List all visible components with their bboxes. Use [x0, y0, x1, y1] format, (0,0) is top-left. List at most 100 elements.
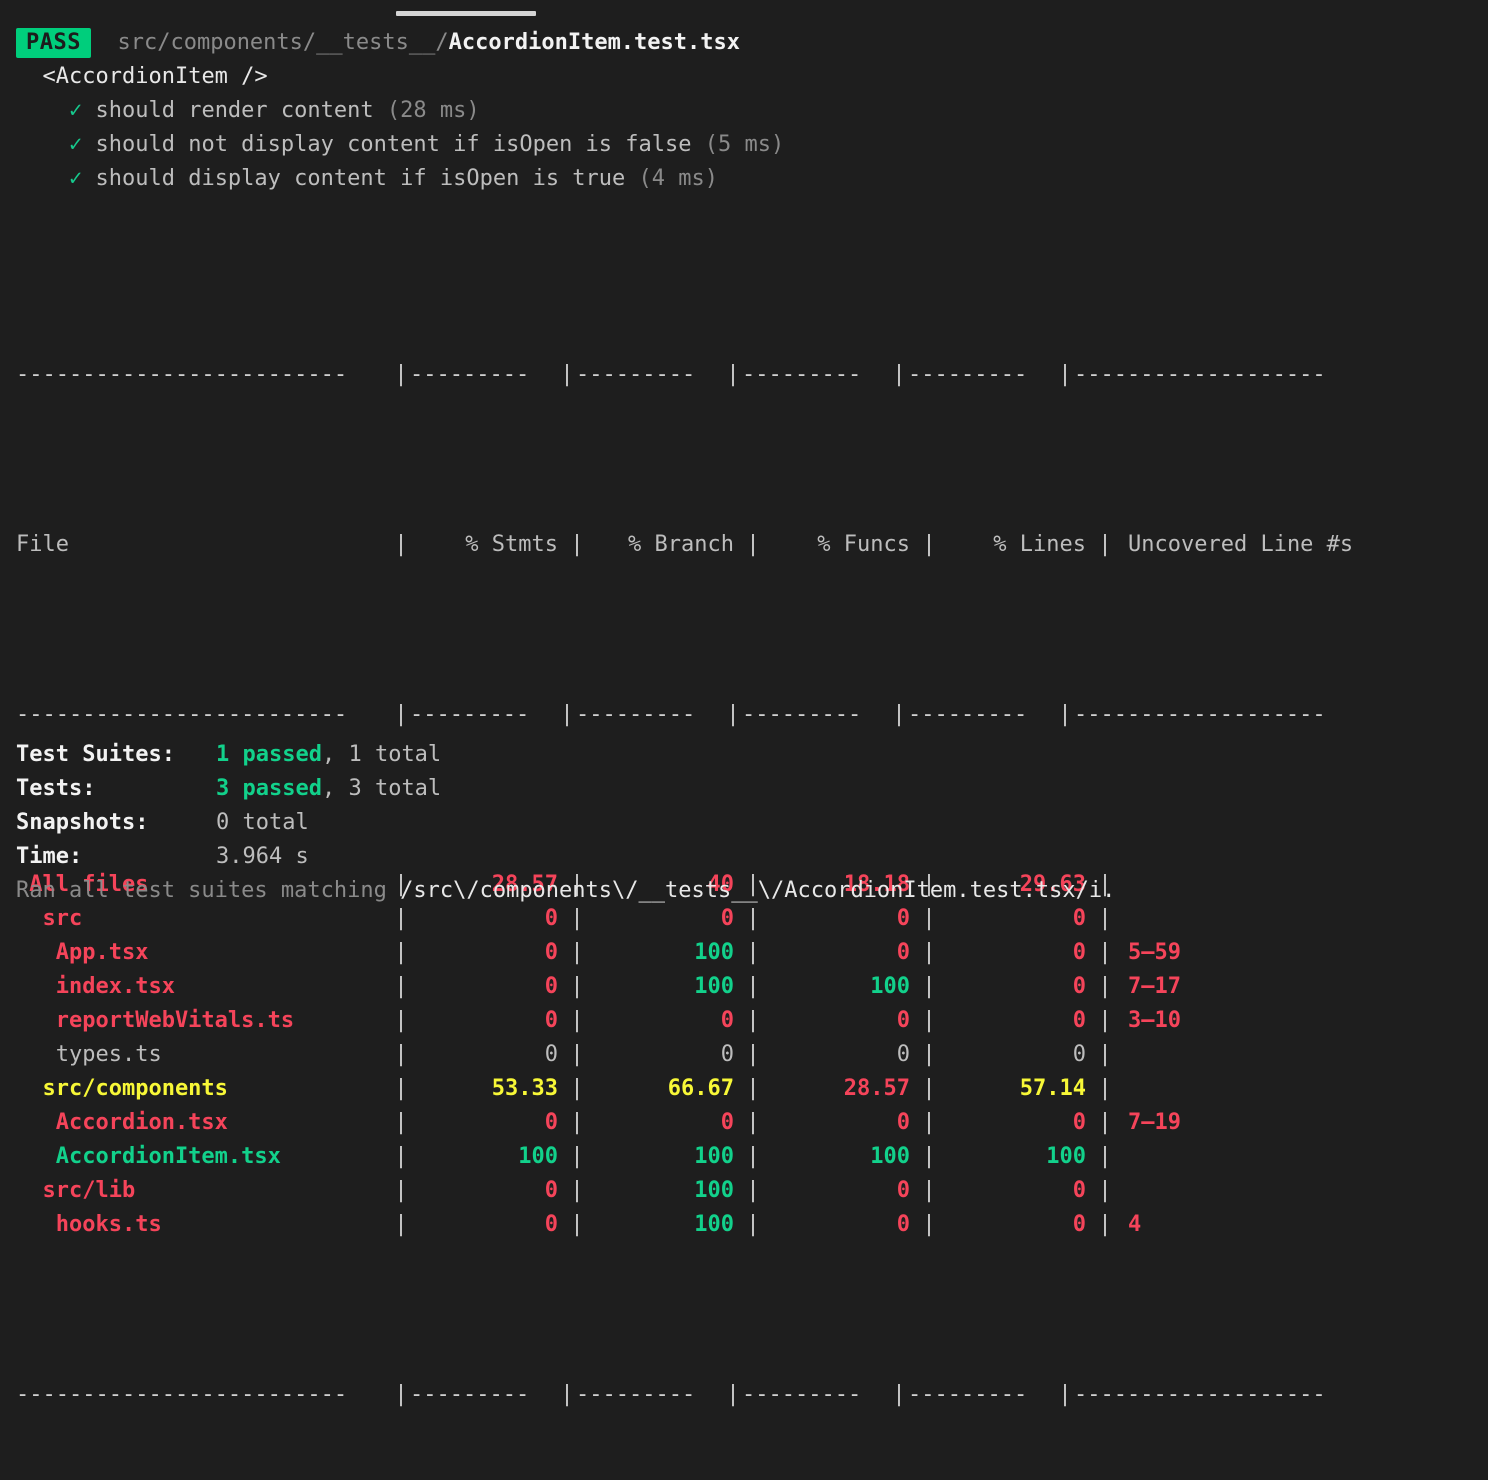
- column-separator: |: [746, 1144, 760, 1169]
- column-separator: |: [1098, 532, 1112, 557]
- cell-funcs: 0: [896, 1110, 910, 1135]
- column-separator: |: [746, 1178, 760, 1203]
- cell-uncovered: 5–59: [1128, 940, 1181, 965]
- rule-segment: ---------: [908, 1382, 1028, 1407]
- column-separator: |: [922, 532, 936, 557]
- cell-branch: 66.67: [667, 1076, 734, 1101]
- column-separator: |: [746, 974, 760, 999]
- column-header-branch: % Branch: [628, 532, 734, 557]
- cell-stmts: 0: [544, 1008, 558, 1033]
- summary-ran-line: Ran all test suites matching /src\/compo…: [16, 874, 1476, 908]
- cell-branch: 0: [720, 1110, 734, 1135]
- column-separator: |: [394, 1008, 408, 1033]
- test-result-row: ✓ should not display content if isOpen i…: [0, 128, 1488, 162]
- column-separator: |: [570, 1212, 584, 1237]
- rule-segment: ---------: [576, 362, 696, 387]
- table-rule-bottom: ------------------------- | --------- | …: [16, 1378, 1476, 1412]
- check-icon: ✓: [68, 166, 83, 191]
- rule-segment: -------------------------: [16, 1382, 348, 1407]
- column-separator: |: [746, 1076, 760, 1101]
- summary-value: 0 total: [216, 810, 309, 835]
- summary-total: , 3 total: [321, 776, 442, 801]
- rule-segment: ---------: [576, 702, 696, 727]
- summary-time: Time: 3.964 s: [16, 840, 1476, 874]
- cell-stmts: 0: [544, 1212, 558, 1237]
- column-separator: |: [1058, 362, 1072, 387]
- column-separator: |: [394, 1144, 408, 1169]
- cell-file: types.ts: [16, 1042, 162, 1067]
- cell-file: AccordionItem.tsx: [16, 1144, 281, 1169]
- column-separator: |: [892, 1382, 906, 1407]
- test-duration: (4 ms): [638, 166, 719, 191]
- summary-test-suites: Test Suites: 1 passed, 1 total: [16, 738, 1476, 772]
- column-separator: |: [394, 1110, 408, 1135]
- summary-label: Tests:: [16, 776, 96, 801]
- test-name: should not display content if isOpen is …: [95, 132, 692, 157]
- cell-funcs: 0: [896, 1042, 910, 1067]
- column-separator: |: [570, 532, 584, 557]
- table-body: All files | 28.57 | 40 | 18.18 | 29.63 | src | 0 | 0 |…: [16, 868, 1476, 1242]
- column-separator: |: [394, 362, 408, 387]
- check-icon: ✓: [68, 98, 83, 123]
- column-separator: |: [892, 702, 906, 727]
- rule-segment: -------------------: [1074, 702, 1326, 727]
- column-header-file: File: [16, 532, 69, 557]
- rule-segment: ---------: [576, 1382, 696, 1407]
- column-separator: |: [922, 1110, 936, 1135]
- column-separator: |: [394, 702, 408, 727]
- column-separator: |: [746, 940, 760, 965]
- rule-segment: -------------------: [1074, 1382, 1326, 1407]
- cell-stmts: 0: [544, 1110, 558, 1135]
- summary-label: Test Suites:: [16, 742, 175, 767]
- table-row: types.ts | 0 | 0 | 0 | 0 |: [16, 1038, 1476, 1072]
- column-header-uncovered: Uncovered Line #s: [1128, 532, 1354, 557]
- suite-file-name: AccordionItem.test.tsx: [448, 30, 741, 55]
- check-icon: ✓: [68, 132, 83, 157]
- column-separator: |: [1058, 1382, 1072, 1407]
- test-result-row: ✓ should display content if isOpen is tr…: [0, 162, 1488, 196]
- cell-file: index.tsx: [16, 974, 175, 999]
- test-duration: (28 ms): [386, 98, 480, 123]
- cell-uncovered: 7–17: [1128, 974, 1181, 999]
- cell-branch: 100: [694, 1144, 734, 1169]
- cell-funcs: 100: [870, 974, 910, 999]
- cell-branch: 0: [720, 1008, 734, 1033]
- suite-result-line: PASS src/components/__tests__/AccordionI…: [0, 26, 1488, 60]
- column-separator: |: [1098, 1008, 1112, 1033]
- suite-describe-name: <AccordionItem />: [42, 64, 268, 89]
- column-separator: |: [1098, 1076, 1112, 1101]
- cell-funcs: 0: [896, 1212, 910, 1237]
- table-row: hooks.ts | 0 | 100 | 0 | 0 | 4: [16, 1208, 1476, 1242]
- cell-lines: 0: [1072, 940, 1086, 965]
- column-separator: |: [922, 1212, 936, 1237]
- column-separator: |: [746, 1008, 760, 1033]
- column-separator: |: [922, 1042, 936, 1067]
- column-separator: |: [560, 702, 574, 727]
- table-row: App.tsx | 0 | 100 | 0 | 0 | 5–59: [16, 936, 1476, 970]
- terminal-window: PASS src/components/__tests__/AccordionI…: [0, 0, 1488, 1407]
- progress-bar-row: [0, 0, 1488, 26]
- column-separator: |: [746, 1212, 760, 1237]
- cell-stmts: 0: [544, 974, 558, 999]
- column-separator: |: [726, 1382, 740, 1407]
- cell-file: src/lib: [16, 1178, 136, 1203]
- column-separator: |: [570, 1008, 584, 1033]
- column-separator: |: [922, 974, 936, 999]
- column-separator: |: [746, 532, 760, 557]
- column-separator: |: [394, 1076, 408, 1101]
- cell-stmts: 53.33: [491, 1076, 558, 1101]
- summary-label: Snapshots:: [16, 810, 149, 835]
- cell-stmts: 100: [518, 1144, 558, 1169]
- suite-describe-line: <AccordionItem />: [0, 60, 1488, 94]
- ran-pattern: /src\/components\/__tests__\/AccordionIt…: [400, 878, 1116, 903]
- ran-prefix: Ran all test suites matching: [16, 878, 401, 903]
- cell-uncovered: 3–10: [1128, 1008, 1181, 1033]
